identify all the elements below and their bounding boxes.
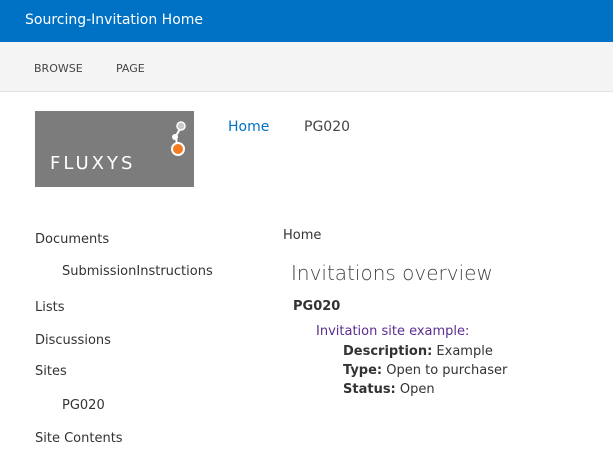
status-value: Open bbox=[399, 382, 435, 397]
page-title: Invitations overview bbox=[291, 261, 493, 285]
description-label: Description: bbox=[343, 344, 433, 359]
invitation-code: PG020 bbox=[293, 299, 341, 314]
site-title[interactable]: Sourcing-Invitation Home bbox=[25, 12, 203, 28]
nav-lists[interactable]: Lists bbox=[35, 300, 65, 315]
breadcrumb-home[interactable]: Home bbox=[228, 119, 269, 135]
breadcrumb-current[interactable]: PG020 bbox=[304, 119, 350, 135]
description-row: Description: Example bbox=[343, 344, 493, 359]
suite-bar: Sourcing-Invitation Home bbox=[0, 0, 613, 42]
ribbon: BROWSE PAGE bbox=[0, 42, 613, 92]
nav-documents[interactable]: Documents bbox=[35, 232, 109, 247]
nav-site-contents[interactable]: Site Contents bbox=[35, 431, 123, 446]
description-value: Example bbox=[436, 344, 493, 359]
tab-page[interactable]: PAGE bbox=[116, 62, 145, 75]
logo-molecule-icon bbox=[171, 121, 186, 156]
nav-discussions[interactable]: Discussions bbox=[35, 333, 111, 348]
page-breadcrumb[interactable]: Home bbox=[283, 228, 321, 243]
nav-pg020[interactable]: PG020 bbox=[62, 398, 105, 413]
type-label: Type: bbox=[343, 363, 383, 378]
site-logo[interactable]: FLUXYS bbox=[35, 111, 194, 187]
type-value: Open to purchaser bbox=[386, 363, 508, 378]
status-row: Status: Open bbox=[343, 382, 435, 397]
tab-browse[interactable]: BROWSE bbox=[34, 62, 83, 75]
nav-submission-instructions[interactable]: SubmissionInstructions bbox=[62, 264, 213, 279]
invitation-site-link[interactable]: Invitation site example: bbox=[316, 324, 469, 339]
type-row: Type: Open to purchaser bbox=[343, 363, 507, 378]
logo-wordmark: FLUXYS bbox=[50, 153, 136, 174]
status-label: Status: bbox=[343, 382, 396, 397]
nav-sites[interactable]: Sites bbox=[35, 364, 67, 379]
